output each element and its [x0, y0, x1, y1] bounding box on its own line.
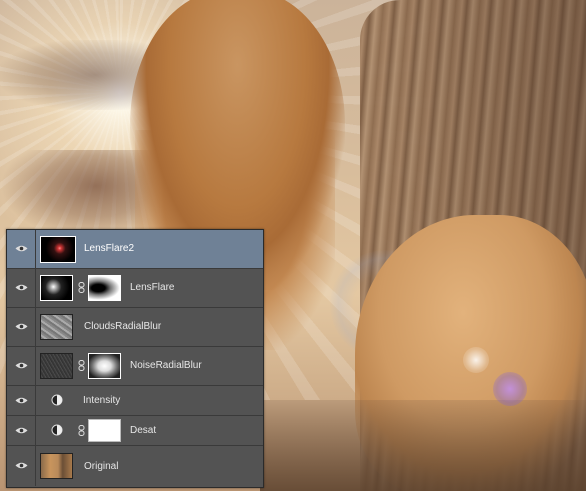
layer-mask-thumbnail[interactable]: [88, 353, 121, 379]
adjustment-circle-icon[interactable]: [51, 394, 63, 406]
lens-flare-thumbnail[interactable]: [40, 275, 73, 301]
layer-mask-thumbnail[interactable]: [88, 275, 121, 301]
visibility-toggle[interactable]: [7, 386, 36, 415]
visibility-toggle[interactable]: [7, 446, 36, 486]
adjustment-circle-icon[interactable]: [51, 424, 63, 436]
layer-name[interactable]: LensFlare: [130, 282, 174, 293]
layer-name[interactable]: Intensity: [83, 395, 120, 406]
layer-row-intensity[interactable]: Intensity: [7, 386, 263, 416]
chain-link-icon[interactable]: [78, 425, 85, 436]
lens-flare-orb-white: [463, 347, 489, 373]
layers-panel: LensFlare2 LensFlare CloudsRadialBlur No…: [6, 229, 264, 488]
layer-row-noiseradialblur[interactable]: NoiseRadialBlur: [7, 347, 263, 386]
visibility-toggle[interactable]: [7, 416, 36, 445]
layer-name[interactable]: Desat: [130, 425, 156, 436]
visibility-toggle[interactable]: [7, 230, 36, 268]
eye-icon[interactable]: [15, 462, 28, 469]
lens-flare-thumbnail[interactable]: [40, 236, 76, 263]
layer-name[interactable]: Original: [84, 461, 118, 472]
layer-row-cloudsradialblur[interactable]: CloudsRadialBlur: [7, 308, 263, 347]
visibility-toggle[interactable]: [7, 347, 36, 385]
layer-name[interactable]: LensFlare2: [84, 243, 134, 254]
lens-flare-orb-purple: [493, 372, 527, 406]
chain-link-icon[interactable]: [78, 282, 85, 293]
white-mask-thumbnail[interactable]: [88, 419, 121, 442]
layer-row-lensflare2[interactable]: LensFlare2: [7, 230, 263, 269]
clouds-thumbnail[interactable]: [40, 314, 73, 340]
photo-thumbnail[interactable]: [40, 453, 73, 479]
layer-row-lensflare[interactable]: LensFlare: [7, 269, 263, 308]
layer-row-desat[interactable]: Desat: [7, 416, 263, 446]
noise-thumbnail[interactable]: [40, 353, 73, 379]
eye-icon[interactable]: [15, 397, 28, 404]
visibility-toggle[interactable]: [7, 269, 36, 307]
eye-icon[interactable]: [15, 245, 28, 252]
eye-icon[interactable]: [15, 427, 28, 434]
eye-icon[interactable]: [15, 362, 28, 369]
chain-link-icon[interactable]: [78, 360, 85, 371]
visibility-toggle[interactable]: [7, 308, 36, 346]
ground-logs: [260, 400, 586, 491]
layer-name[interactable]: NoiseRadialBlur: [130, 360, 202, 371]
layer-name[interactable]: CloudsRadialBlur: [84, 321, 161, 332]
eye-icon[interactable]: [15, 323, 28, 330]
layer-row-original[interactable]: Original: [7, 446, 263, 486]
eye-icon[interactable]: [15, 284, 28, 291]
